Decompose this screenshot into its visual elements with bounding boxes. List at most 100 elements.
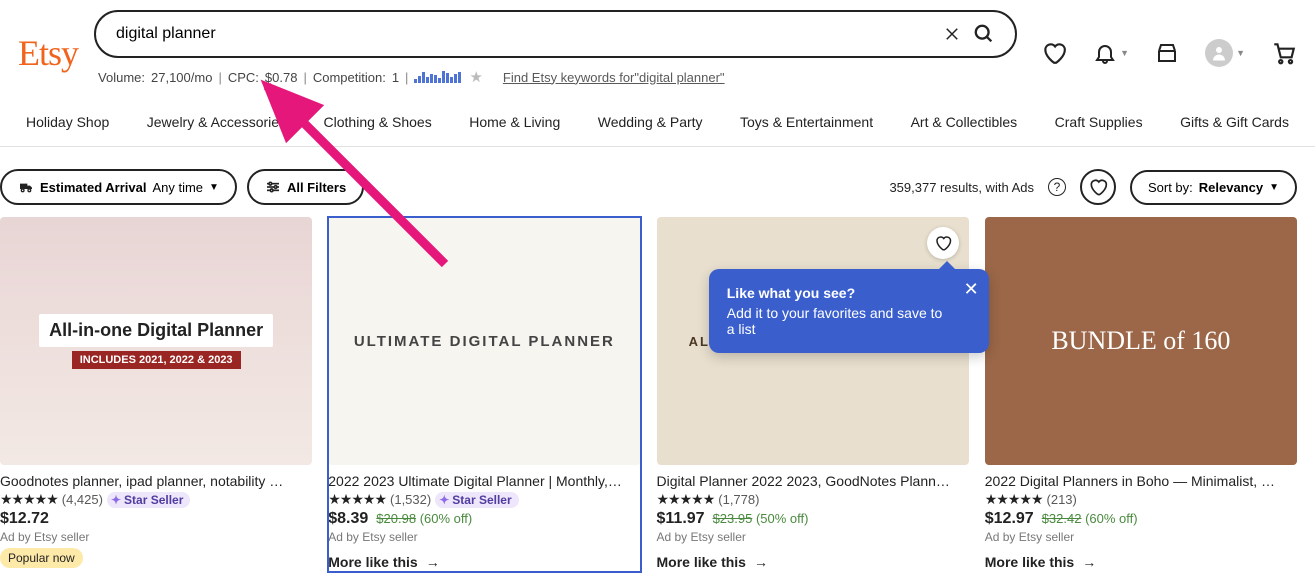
favorite-tooltip: ✕ Like what you see? Add it to your favo… xyxy=(709,269,989,353)
discount: (50% off) xyxy=(756,511,809,526)
more-like-this-button[interactable]: More like this → xyxy=(985,554,1096,570)
chevron-down-icon: ▼ xyxy=(209,182,219,193)
product-card[interactable]: BUNDLE of 160 2022 Digital Planners in B… xyxy=(985,217,1297,572)
cart-icon[interactable] xyxy=(1271,40,1297,66)
category-nav: Holiday Shop Jewelry & Accessories Cloth… xyxy=(0,100,1315,147)
tooltip-title: Like what you see? xyxy=(727,285,945,301)
discount: (60% off) xyxy=(420,511,473,526)
star-seller-badge: ✦Star Seller xyxy=(435,492,518,508)
ad-label: Ad by Etsy seller xyxy=(985,530,1297,544)
review-count: (1,778) xyxy=(718,492,759,507)
thumb-subtitle: INCLUDES 2021, 2022 & 2023 xyxy=(72,351,241,369)
header-icons: ▼ ▼ xyxy=(1041,39,1297,67)
price: $8.39 xyxy=(328,510,368,528)
product-card[interactable]: All-in-one Digital Planner INCLUDES 2021… xyxy=(0,217,312,572)
account-menu[interactable]: ▼ xyxy=(1205,39,1245,67)
clear-icon[interactable] xyxy=(937,19,967,49)
product-card[interactable]: ULTIMATE DIGITAL PLANNER 2022 2023 Ultim… xyxy=(328,217,640,572)
notifications-icon[interactable]: ▼ xyxy=(1093,41,1129,65)
sort-label: Sort by: xyxy=(1148,180,1193,195)
favorite-keyword-icon[interactable]: ★ xyxy=(469,68,482,86)
nav-item[interactable]: Clothing & Shoes xyxy=(316,100,440,146)
chevron-down-icon: ▼ xyxy=(1120,48,1129,58)
shop-manager-icon[interactable] xyxy=(1155,41,1179,65)
original-price: $23.95 xyxy=(713,511,753,526)
nav-item[interactable]: Craft Supplies xyxy=(1047,100,1151,146)
ad-label: Ad by Etsy seller xyxy=(328,530,640,544)
popular-badge: Popular now xyxy=(0,548,83,568)
volume-value: 27,100/mo xyxy=(151,70,212,85)
header: Etsy Volume: 27,100/mo | CPC: $0.78 | Co… xyxy=(0,0,1315,96)
review-count: (213) xyxy=(1047,492,1077,507)
price: $12.72 xyxy=(0,510,49,528)
nav-item[interactable]: Holiday Shop xyxy=(18,100,117,146)
discount: (60% off) xyxy=(1085,511,1138,526)
arrow-right-icon: → xyxy=(1082,554,1096,570)
find-keywords-link[interactable]: Find Etsy keywords for"digital planner" xyxy=(503,70,725,85)
original-price: $20.98 xyxy=(376,511,416,526)
cpc-label: CPC: xyxy=(228,70,259,85)
avatar-icon xyxy=(1205,39,1233,67)
product-thumbnail: BUNDLE of 160 xyxy=(985,217,1297,465)
nav-item[interactable]: Wedding & Party xyxy=(590,100,711,146)
estimated-arrival-filter[interactable]: Estimated Arrival Any time ▼ xyxy=(0,169,237,205)
favorite-button[interactable] xyxy=(927,227,959,259)
arrow-right-icon: → xyxy=(754,554,768,570)
nav-item[interactable]: Toys & Entertainment xyxy=(732,100,881,146)
competition-label: Competition: xyxy=(313,70,386,85)
search-input[interactable] xyxy=(116,25,937,43)
ad-label: Ad by Etsy seller xyxy=(657,530,969,544)
info-icon[interactable]: ? xyxy=(1048,178,1066,196)
more-like-this-button[interactable]: More like this → xyxy=(657,554,768,570)
product-grid: All-in-one Digital Planner INCLUDES 2021… xyxy=(0,217,1315,572)
product-title: 2022 2023 Ultimate Digital Planner | Mon… xyxy=(328,473,640,489)
star-rating-icon: ★★★★★ xyxy=(657,491,715,508)
product-title: 2022 Digital Planners in Boho — Minimali… xyxy=(985,473,1297,489)
all-filters-button[interactable]: All Filters xyxy=(247,169,364,205)
arrival-value: Any time xyxy=(152,180,203,195)
nav-item[interactable]: Gifts & Gift Cards xyxy=(1172,100,1297,146)
star-seller-badge: ✦Star Seller xyxy=(107,492,190,508)
search-bar xyxy=(94,10,1017,58)
chevron-down-icon: ▼ xyxy=(1236,48,1245,58)
price: $11.97 xyxy=(657,510,705,528)
tooltip-body: Add it to your favorites and save to a l… xyxy=(727,305,945,337)
chevron-down-icon: ▼ xyxy=(1269,182,1279,193)
all-filters-label: All Filters xyxy=(287,180,346,195)
price: $12.97 xyxy=(985,510,1034,528)
favorites-icon[interactable] xyxy=(1041,40,1067,66)
arrival-label: Estimated Arrival xyxy=(40,180,146,195)
results-count: 359,377 results, with Ads xyxy=(889,180,1034,195)
cpc-value: $0.78 xyxy=(265,70,298,85)
volume-label: Volume: xyxy=(98,70,145,85)
sort-by-button[interactable]: Sort by: Relevancy ▼ xyxy=(1130,170,1297,205)
search-icon[interactable] xyxy=(967,17,1001,51)
product-thumbnail: All-in-one Digital Planner INCLUDES 2021… xyxy=(0,217,312,465)
thumb-title: BUNDLE of 160 xyxy=(1051,326,1230,356)
arrow-right-icon: → xyxy=(426,554,440,570)
competition-value: 1 xyxy=(392,70,399,85)
logo[interactable]: Etsy xyxy=(18,32,78,74)
keyword-stats-bar: Volume: 27,100/mo | CPC: $0.78 | Competi… xyxy=(94,58,1017,96)
sort-value: Relevancy xyxy=(1199,180,1263,195)
product-title: Digital Planner 2022 2023, GoodNotes Pla… xyxy=(657,473,969,489)
product-card[interactable]: ALL-IN-ONE DIGITAL PLANNER ✕ Like what y… xyxy=(657,217,969,572)
close-icon[interactable]: ✕ xyxy=(964,279,979,300)
thumb-title: ULTIMATE DIGITAL PLANNER xyxy=(354,333,615,350)
results-toolbar: Estimated Arrival Any time ▼ All Filters… xyxy=(0,147,1315,217)
save-search-button[interactable] xyxy=(1080,169,1116,205)
product-thumbnail: ULTIMATE DIGITAL PLANNER xyxy=(328,217,640,465)
star-rating-icon: ★★★★★ xyxy=(985,491,1043,508)
review-count: (4,425) xyxy=(62,492,103,507)
nav-item[interactable]: Jewelry & Accessories xyxy=(139,100,294,146)
thumb-title: All-in-one Digital Planner xyxy=(39,314,273,347)
nav-item[interactable]: Home & Living xyxy=(461,100,568,146)
nav-item[interactable]: Art & Collectibles xyxy=(903,100,1026,146)
star-rating-icon: ★★★★★ xyxy=(328,491,386,508)
more-like-this-button[interactable]: More like this → xyxy=(328,554,439,570)
search-area: Volume: 27,100/mo | CPC: $0.78 | Competi… xyxy=(94,10,1017,96)
star-rating-icon: ★★★★★ xyxy=(0,491,58,508)
review-count: (1,532) xyxy=(390,492,431,507)
original-price: $32.42 xyxy=(1042,511,1082,526)
product-title: Goodnotes planner, ipad planner, notabil… xyxy=(0,473,312,489)
